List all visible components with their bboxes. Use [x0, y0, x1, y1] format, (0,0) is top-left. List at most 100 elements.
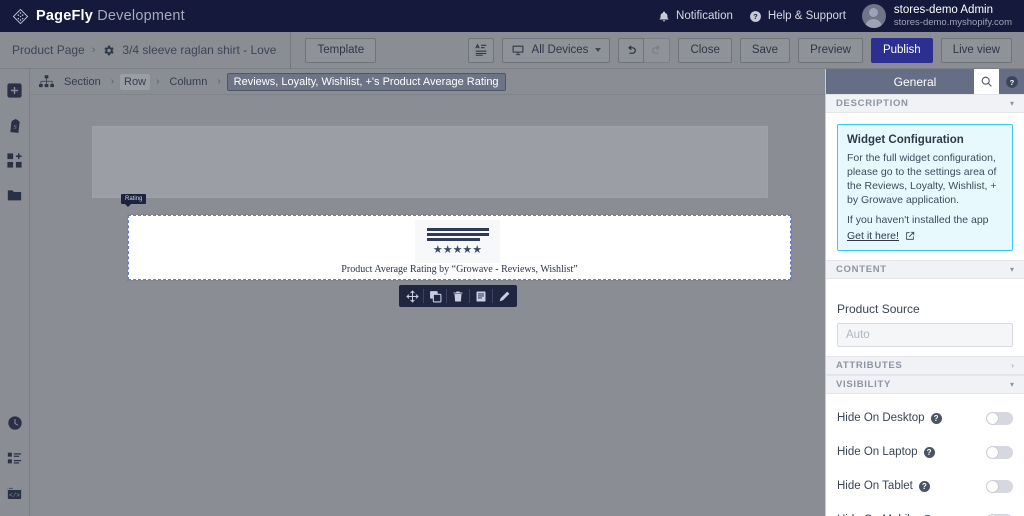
section-visibility-label: VISIBILITY [836, 379, 892, 390]
page-breadcrumb: Product Page › 3/4 sleeve raglan shirt -… [0, 43, 276, 57]
sidebar-item-layer-list[interactable] [6, 449, 24, 467]
eb-item-column[interactable]: Column [165, 74, 211, 90]
eb-item-section[interactable]: Section [60, 74, 105, 90]
device-selector[interactable]: All Devices [501, 37, 611, 63]
publish-button[interactable]: Publish [870, 37, 933, 63]
chevron-down-icon: ▾ [1009, 380, 1014, 389]
top-bar: PageFly Development Notification ? Help … [0, 0, 1024, 32]
user-menu[interactable]: stores-demo Admin stores-demo.myshopify.… [861, 4, 1012, 29]
infobox-link-row: Get it here! [847, 230, 1003, 242]
canvas-area: Section › Row › Column › Reviews, Loyalt… [30, 69, 825, 516]
sidebar-item-version-history[interactable] [6, 414, 24, 432]
section-outline[interactable] [92, 126, 768, 198]
section-description-label: DESCRIPTION [836, 98, 909, 109]
placeholder-bars [426, 227, 489, 241]
gear-icon[interactable] [102, 44, 115, 57]
editor-toolbar: Product Page › 3/4 sleeve raglan shirt -… [0, 31, 1024, 69]
rating-widget-placeholder: ★★★★★ [415, 220, 500, 263]
placeholder-bar-2 [426, 232, 489, 236]
question-circle-icon: ? [1005, 75, 1019, 89]
hide-on-tablet-label: Hide On Tablet [837, 480, 913, 492]
toolbar-divider-1 [290, 31, 292, 69]
hide-on-desktop-toggle[interactable] [986, 411, 1013, 425]
content-body: Product Source Auto [826, 279, 1024, 356]
element-tree-icon[interactable] [39, 75, 54, 88]
sidebar-item-shopify-elements[interactable]: S [6, 116, 24, 134]
sidebar-item-add-element[interactable] [6, 81, 24, 99]
product-source-input[interactable]: Auto [837, 323, 1013, 347]
hide-on-tablet-toggle[interactable] [986, 479, 1013, 493]
left-rail: S </> [0, 69, 30, 516]
widget-configuration-infobox: Widget Configuration For the full widget… [837, 124, 1013, 251]
sidebar-item-file-manager[interactable] [6, 186, 24, 204]
device-label: All Devices [531, 44, 589, 56]
selected-element-box[interactable]: ★★★★★ Product Average Rating by “Growave… [127, 214, 792, 281]
page-stage: Rating ★★★★★ Product Average Rating by “… [30, 95, 825, 516]
panel-search-button[interactable] [974, 69, 999, 94]
eb-item-selected-element[interactable]: Reviews, Loyalty, Wishlist, +'s Product … [226, 72, 506, 91]
visibility-row-mobile: Hide On Mobile ? [826, 507, 1024, 516]
panel-header: General ? [826, 69, 1024, 94]
placeholder-bar-1 [426, 227, 489, 231]
rating-stars: ★★★★★ [432, 243, 483, 256]
typography-button[interactable] [467, 37, 494, 63]
redo-arrow-icon [650, 45, 663, 56]
clipboard-icon[interactable] [470, 285, 492, 307]
search-icon [980, 75, 993, 88]
chevron-right-icon: › [1011, 361, 1014, 370]
hide-on-desktop-label: Hide On Desktop [837, 412, 925, 424]
visibility-row-laptop: Hide On Laptop ? [826, 439, 1024, 465]
question-circle-icon[interactable]: ? [918, 480, 930, 492]
eb-sep-2: › [156, 76, 160, 87]
pagefly-diamond-logo-icon [12, 8, 29, 25]
notification-button[interactable]: Notification [658, 10, 733, 23]
move-arrows-icon[interactable] [401, 285, 423, 307]
section-attributes[interactable]: ATTRIBUTES › [826, 356, 1024, 375]
save-button[interactable]: Save [739, 37, 791, 63]
chevron-down-icon [595, 48, 602, 52]
user-store: stores-demo.myshopify.com [893, 16, 1012, 28]
live-view-button[interactable]: Live view [940, 37, 1012, 63]
help-support-label: Help & Support [767, 10, 846, 22]
svg-text:</>: </> [9, 492, 20, 499]
sidebar-item-custom-code[interactable]: </> [6, 484, 24, 502]
section-attributes-label: ATTRIBUTES [836, 360, 903, 371]
monitor-icon [511, 44, 525, 57]
eb-item-row[interactable]: Row [120, 73, 151, 90]
element-breadcrumb: Section › Row › Column › Reviews, Loyalt… [30, 69, 825, 95]
section-description[interactable]: DESCRIPTION ▾ [826, 94, 1024, 113]
paint-icon[interactable] [493, 285, 515, 307]
breadcrumb-product-page[interactable]: Product Page [12, 43, 85, 57]
panel-title: General [893, 74, 937, 89]
visibility-row-tablet: Hide On Tablet ? [826, 473, 1024, 499]
brand-suffix: Development [97, 8, 185, 24]
visibility-body: Hide On Desktop ? Hide On Laptop ? Hide … [826, 394, 1024, 516]
undo-button[interactable] [618, 37, 645, 63]
section-visibility[interactable]: VISIBILITY ▾ [826, 375, 1024, 394]
help-support-button[interactable]: ? Help & Support [749, 10, 846, 23]
hide-on-laptop-toggle[interactable] [986, 445, 1013, 459]
redo-button [644, 37, 671, 63]
external-link-icon[interactable] [905, 231, 915, 241]
sidebar-item-library-elements[interactable] [6, 151, 24, 169]
preview-button[interactable]: Preview [798, 37, 863, 63]
brand[interactable]: PageFly Development [0, 8, 185, 25]
question-circle-icon: ? [749, 10, 762, 23]
close-button[interactable]: Close [678, 37, 732, 63]
panel-help-button[interactable]: ? [999, 69, 1024, 94]
get-it-here-link[interactable]: Get it here! [847, 230, 899, 242]
selected-element-tag: Rating [121, 194, 147, 207]
bell-icon [658, 10, 670, 23]
page-name[interactable]: 3/4 sleeve raglan shirt - Love [122, 43, 276, 57]
section-content[interactable]: CONTENT ▾ [826, 260, 1024, 279]
template-button[interactable]: Template [305, 37, 377, 63]
svg-text:?: ? [753, 12, 758, 21]
duplicate-icon[interactable] [424, 285, 446, 307]
question-circle-icon[interactable]: ? [923, 446, 935, 458]
pagefly-editor: PageFly Development Notification ? Help … [0, 0, 1024, 516]
typography-icon [474, 43, 488, 57]
question-circle-icon[interactable]: ? [930, 412, 942, 424]
section-content-label: CONTENT [836, 264, 887, 275]
trash-icon[interactable] [447, 285, 469, 307]
